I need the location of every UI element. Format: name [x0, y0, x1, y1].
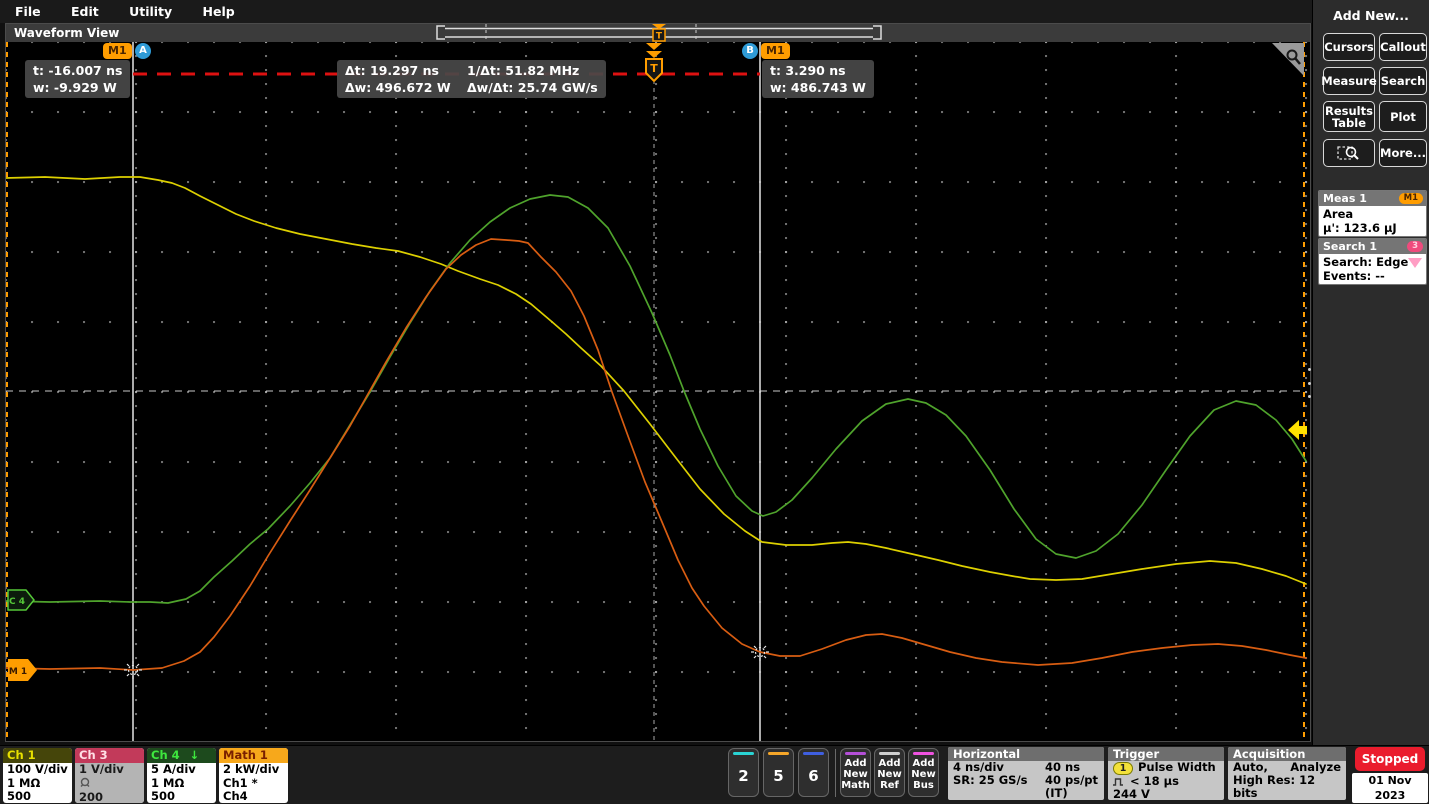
horizontal-title: Horizontal [948, 747, 1104, 761]
cursor-b-readout: t: 3.290 ns w: 486.743 W [762, 60, 874, 98]
acq-resolution: High Res: 12 bits [1233, 774, 1341, 800]
ch5-button[interactable]: 5 [763, 748, 794, 797]
trigger-condition: < 18 µs [1130, 774, 1179, 788]
search1-badge: 3 [1407, 241, 1423, 252]
pulse-width-icon [1113, 777, 1126, 786]
horizontal-panel[interactable]: Horizontal 4 ns/div 40 ns SR: 25 GS/s 40… [948, 747, 1104, 800]
menu-bar: File Edit Utility Help [0, 0, 1429, 23]
callout-button[interactable]: Callout [1379, 33, 1427, 61]
trigger-title: Trigger [1108, 747, 1224, 761]
ch3-badge[interactable]: Ch 3 1 V/div 200 MHzBw [75, 748, 144, 803]
zoom-select-icon [1337, 144, 1361, 162]
svg-text:C 4: C 4 [9, 597, 25, 607]
meas1-panel[interactable]: Meas 1 M1 Area µ': 123.6 µJ [1318, 190, 1427, 237]
sidebar: Add New... Cursors Callout Measure Searc… [1312, 0, 1429, 745]
waveform-view: Waveform View T [5, 23, 1311, 742]
panel-splitter-handle[interactable] [1305, 368, 1313, 398]
bottom-bar: Ch 1 100 V/div 1 MΩ 500 MHzBw Ch 3 1 V/d… [0, 745, 1429, 804]
search1-panel[interactable]: Search 1 3 Search: Edge Events: -- [1318, 238, 1427, 285]
trigger-flag-label: T [650, 62, 658, 75]
trigger-marker[interactable]: T [646, 43, 662, 81]
menu-utility[interactable]: Utility [129, 0, 172, 23]
math1-trace [6, 239, 1306, 670]
waveform-view-titlebar: Waveform View T [6, 24, 1310, 42]
overview-left-bracket [437, 26, 445, 39]
meas1-type: Area [1323, 207, 1422, 221]
cursor-b-badge[interactable]: B [742, 43, 758, 59]
run-stop-button[interactable]: Stopped [1355, 747, 1425, 771]
cursor-a-source-badge[interactable]: M1 [103, 43, 132, 59]
meas1-value: µ': 123.6 µJ [1323, 221, 1422, 235]
cursor-a-badge[interactable]: A [135, 43, 151, 59]
probe-icon [79, 777, 140, 792]
ch4-badge[interactable]: Ch 4 ↓ 5 A/div 1 MΩ 500 MHzBw [147, 748, 216, 803]
ch4-name: Ch 4 [151, 748, 180, 762]
trigger-panel[interactable]: Trigger 1Pulse Width < 18 µs 244 V [1108, 747, 1224, 800]
acquisition-title: Acquisition [1228, 747, 1346, 761]
math1-badge[interactable]: Math 1 2 kW/div Ch1 * Ch4 [219, 748, 288, 803]
search1-header: Search 1 3 [1319, 239, 1426, 254]
meas1-badge: M1 [1399, 193, 1423, 204]
add-new-ref-button[interactable]: Add New Ref [874, 748, 905, 797]
datetime-display: 01 Nov 2023 9:37:20 AM [1352, 773, 1428, 803]
add-new-bus-button[interactable]: Add New Bus [908, 748, 939, 797]
offset-down-arrow-icon: ↓ [190, 748, 200, 762]
math1-marker[interactable]: M 1 [8, 659, 37, 681]
trigger-level: 244 V [1113, 788, 1219, 800]
measure-button[interactable]: Measure [1323, 67, 1375, 95]
menu-help[interactable]: Help [203, 0, 235, 23]
cursors-button[interactable]: Cursors [1323, 33, 1375, 61]
date: 01 Nov 2023 [1352, 773, 1428, 803]
waveform-overlay: T C 4 M 1 [6, 42, 1310, 741]
results-table-button[interactable]: Results Table [1323, 101, 1375, 132]
meas1-header: Meas 1 M1 [1319, 191, 1426, 206]
ch2-button[interactable]: 2 [728, 748, 759, 797]
oscilloscope-screen: File Edit Utility Help Waveform View T [0, 0, 1429, 804]
acquisition-panel[interactable]: Acquisition Auto, Analyze High Res: 12 b… [1228, 747, 1346, 800]
cursor-b-source-badge[interactable]: M1 [761, 43, 790, 59]
ch4-marker[interactable]: C 4 [8, 590, 34, 610]
ch1-badge[interactable]: Ch 1 100 V/div 1 MΩ 500 MHzBw [3, 748, 72, 803]
math1-name: Math 1 [219, 748, 288, 763]
plot-button[interactable]: Plot [1379, 101, 1427, 132]
zoom-corner-icon[interactable] [1272, 43, 1304, 76]
horizontal-overview-bar[interactable]: T [431, 24, 887, 42]
ch1-trace [6, 177, 1306, 584]
search-mark-icon [1408, 258, 1422, 268]
ch3-name: Ch 3 [75, 748, 144, 763]
more-button[interactable]: More... [1379, 139, 1427, 167]
ch5-color-stripe [768, 752, 789, 755]
ch1-name: Ch 1 [3, 748, 72, 763]
overview-trigger-flag: T [656, 32, 663, 42]
search-button[interactable]: Search [1379, 67, 1427, 95]
cursor-a-readout: t: -16.007 ns w: -9.929 W [25, 60, 130, 98]
zoom-mode-button[interactable] [1323, 139, 1375, 167]
ch2-color-stripe [733, 752, 754, 755]
menu-edit[interactable]: Edit [71, 0, 99, 23]
add-new-math-button[interactable]: Add New Math [840, 748, 871, 797]
overview-right-bracket [873, 26, 881, 39]
ch6-color-stripe [803, 752, 824, 755]
add-new-title: Add New... [1313, 8, 1429, 23]
ch6-button[interactable]: 6 [798, 748, 829, 797]
cursor-delta-readout: Δt: 19.297 ns 1/Δt: 51.82 MHz Δw: 496.67… [337, 60, 606, 98]
waveform-view-title: Waveform View [14, 26, 119, 40]
divider [835, 749, 836, 797]
menu-file[interactable]: File [15, 0, 41, 23]
trigger-type: Pulse Width [1138, 760, 1216, 774]
search1-events: Events: -- [1323, 269, 1422, 283]
svg-text:M 1: M 1 [9, 667, 27, 677]
ch4-trace [6, 195, 1306, 603]
